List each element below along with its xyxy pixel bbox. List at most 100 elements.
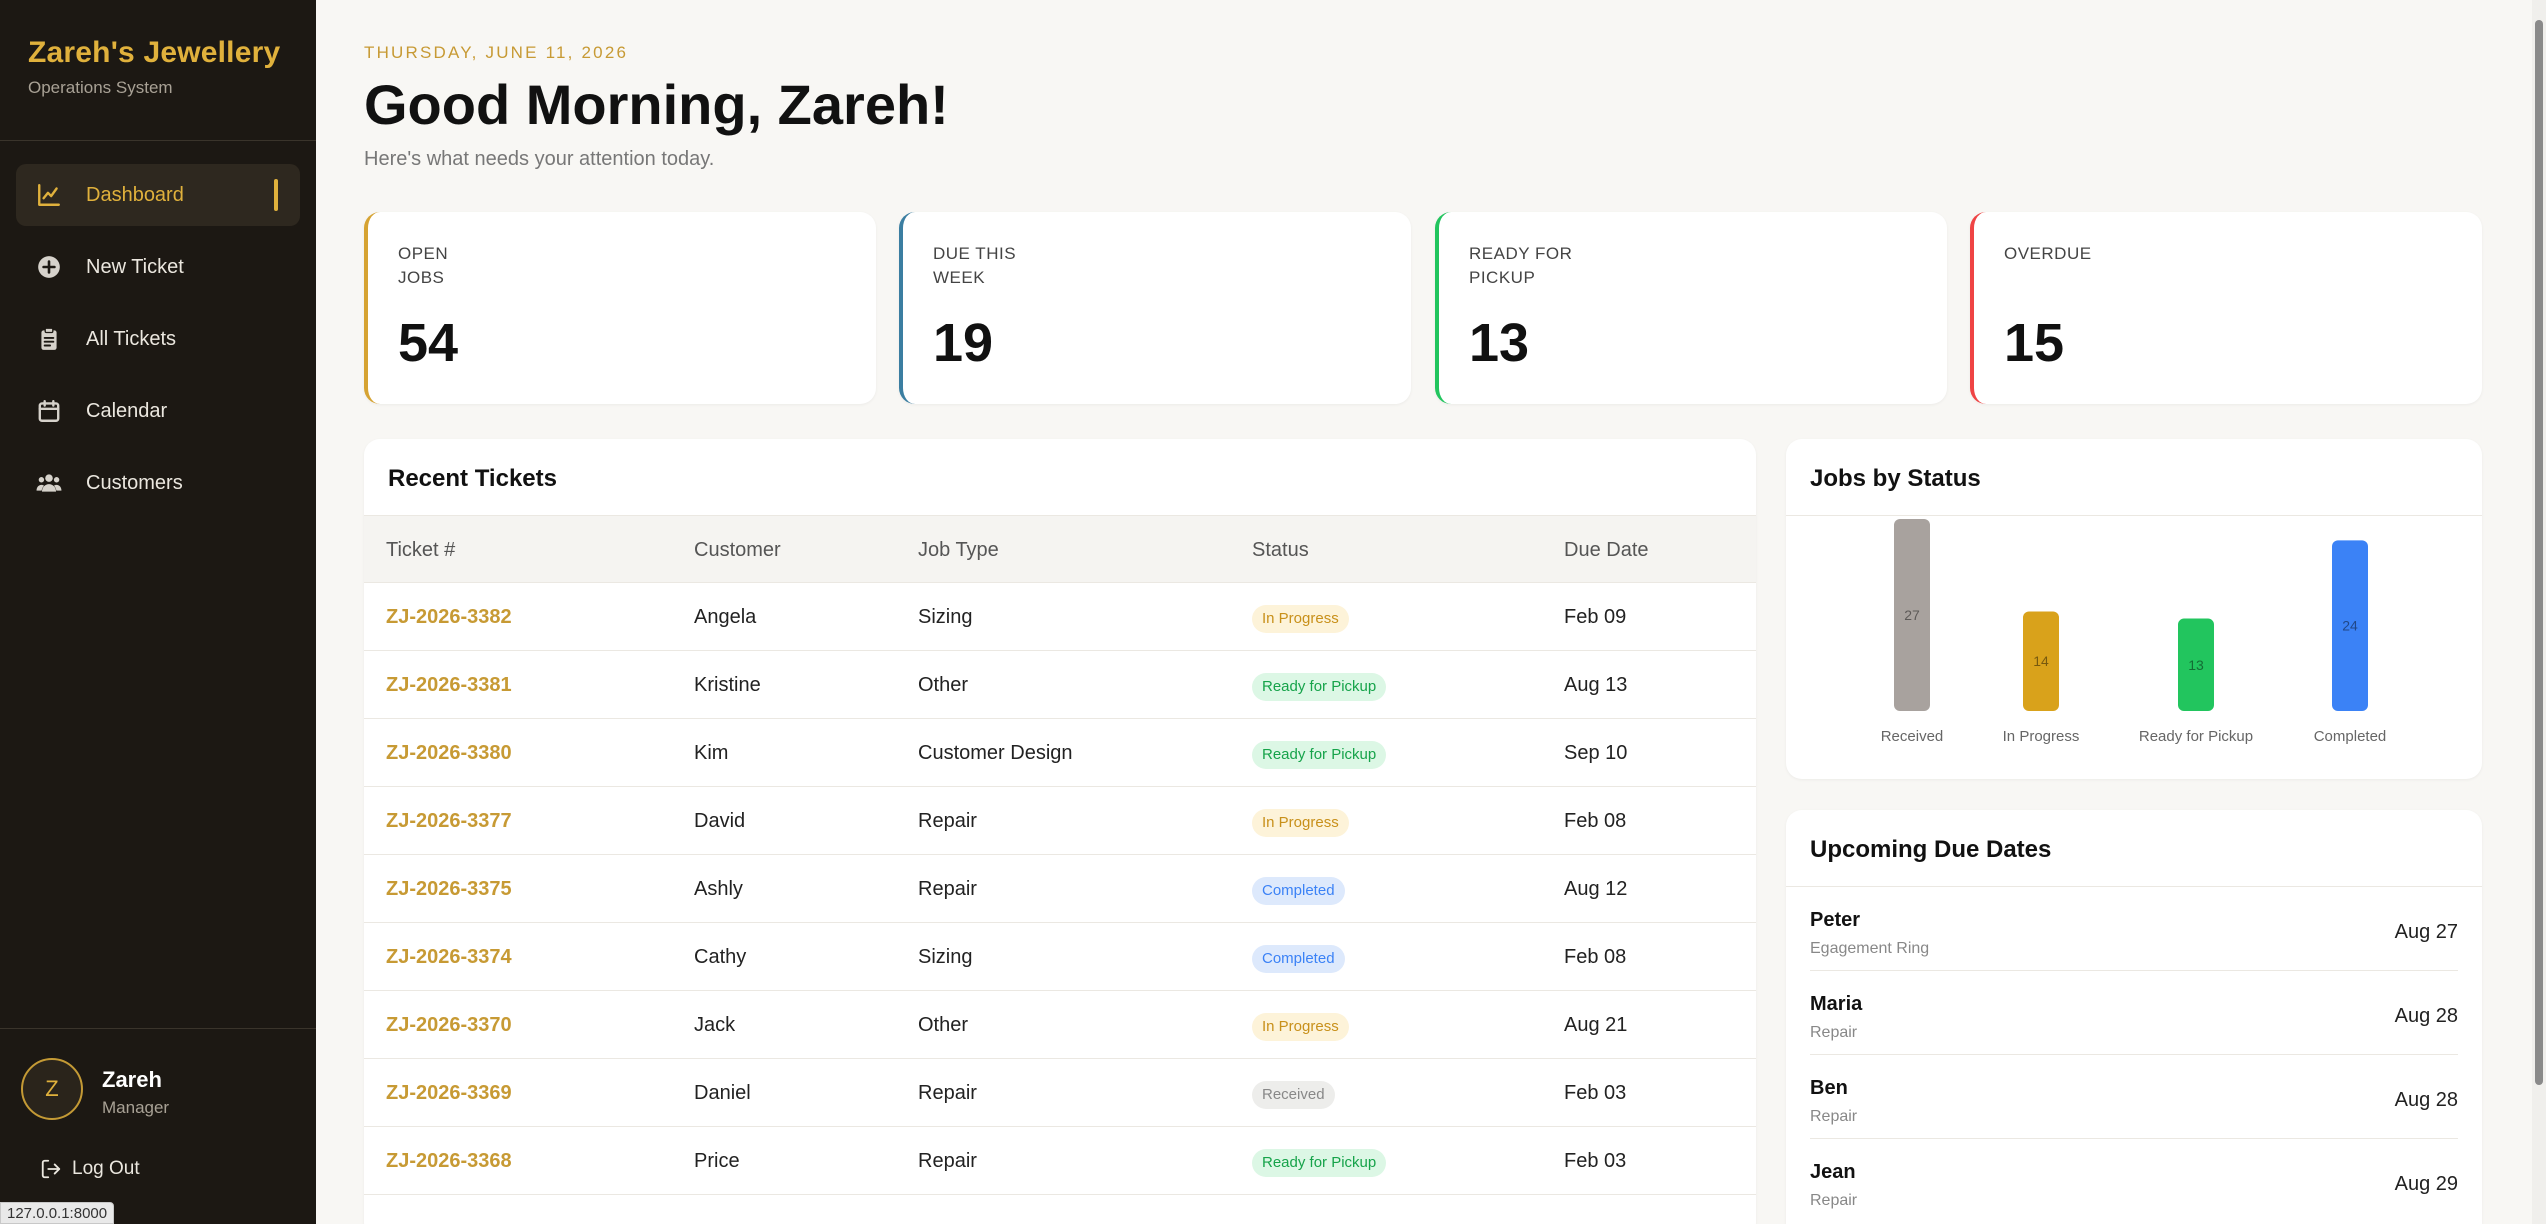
- brand-name: Zareh's Jewellery: [28, 36, 281, 69]
- ticket-number-link[interactable]: ZJ-2026-3377: [386, 787, 512, 855]
- sidebar-item-calendar[interactable]: Calendar: [16, 380, 300, 442]
- status-badge: In Progress: [1252, 1013, 1349, 1041]
- table-row[interactable]: [364, 1195, 1756, 1224]
- table-row[interactable]: ZJ-2026-3377 David Repair Feb 08 In Progress: [364, 787, 1756, 855]
- stat-card-due-this-week[interactable]: DUE THIS WEEK 19: [899, 212, 1411, 404]
- ticket-number-link[interactable]: ZJ-2026-3374: [386, 923, 512, 991]
- upcoming-item[interactable]: Jean Repair Aug 29: [1810, 1139, 2458, 1223]
- upcoming-customer-name: Maria: [1810, 993, 1863, 1015]
- current-date: THURSDAY, JUNE 11, 2026: [364, 43, 629, 62]
- column-header-status: Status: [1252, 539, 1309, 561]
- sidebar-item-dashboard[interactable]: Dashboard: [16, 164, 300, 226]
- table-header: Ticket # Customer Job Type Status Due Da…: [364, 515, 1756, 583]
- bar-value-label: 14: [2033, 653, 2049, 669]
- stat-card-overdue[interactable]: OVERDUE 15: [1970, 212, 2482, 404]
- upcoming-job-type: Repair: [1810, 1108, 1858, 1125]
- stat-label: OVERDUE: [2004, 244, 2092, 263]
- upcoming-title: Upcoming Due Dates: [1810, 836, 2052, 863]
- stat-label: READY FOR PICKUP: [1469, 244, 1573, 287]
- sidebar-nav: Dashboard New Ticket All Tickets Calenda…: [0, 141, 316, 514]
- table-row[interactable]: ZJ-2026-3381 Kristine Other Aug 13 Ready for…: [364, 651, 1756, 719]
- upcoming-job-type: Repair: [1810, 1192, 1858, 1209]
- customer-name: Ashly: [694, 878, 743, 900]
- ticket-number-link[interactable]: ZJ-2026-3380: [386, 719, 512, 787]
- upcoming-due-date: Aug 27: [2394, 921, 2458, 943]
- recent-tickets-title: Recent Tickets: [388, 465, 557, 492]
- column-header-due-date: Due Date: [1564, 539, 1649, 561]
- upcoming-due-date: Aug 29: [2394, 1173, 2458, 1195]
- ticket-number-link[interactable]: ZJ-2026-3368: [386, 1127, 512, 1195]
- sidebar-item-new-ticket[interactable]: New Ticket: [16, 236, 300, 298]
- table-row[interactable]: ZJ-2026-3382 Angela Sizing Feb 09 In Progres…: [364, 583, 1756, 651]
- due-date: Aug 12: [1564, 878, 1628, 900]
- upcoming-item[interactable]: Ben Repair Aug 28: [1810, 1055, 2458, 1139]
- page-scrollbar[interactable]: [2532, 0, 2546, 1224]
- job-type: Customer Design: [918, 742, 1073, 764]
- page-title: Good Morning, Zareh!: [364, 73, 949, 136]
- table-row[interactable]: ZJ-2026-3375 Ashly Repair Aug 12 Completed: [364, 855, 1756, 923]
- table-row[interactable]: ZJ-2026-3368 Price Repair Feb 03 Ready for P…: [364, 1127, 1756, 1195]
- ticket-number-link[interactable]: ZJ-2026-3375: [386, 855, 512, 923]
- table-row[interactable]: ZJ-2026-3380 Kim Customer Design Sep 10 Read…: [364, 719, 1756, 787]
- ticket-number-link[interactable]: ZJ-2026-3370: [386, 991, 512, 1059]
- logout-button[interactable]: Log Out: [40, 1158, 140, 1180]
- upcoming-due-dates-panel: Upcoming Due Dates Peter Egagement Ring Au…: [1786, 810, 2482, 1224]
- customer-name: Kristine: [694, 674, 761, 696]
- logout-label: Log Out: [72, 1158, 140, 1179]
- customer-name: Angela: [694, 606, 757, 628]
- ticket-number-link[interactable]: ZJ-2026-3381: [386, 651, 512, 719]
- status-badge: Ready for Pickup: [1252, 741, 1387, 769]
- due-date: Sep 10: [1564, 742, 1628, 764]
- sidebar-item-all-tickets[interactable]: All Tickets: [16, 308, 300, 370]
- job-type: Other: [918, 674, 969, 696]
- due-date: Feb 08: [1564, 946, 1627, 968]
- sidebar-item-label: Dashboard: [86, 183, 184, 206]
- job-type: Repair: [918, 1082, 977, 1104]
- category-label: Ready for Pickup: [2139, 728, 2253, 745]
- status-badge: Completed: [1252, 945, 1345, 973]
- status-badge: Ready for Pickup: [1252, 1149, 1387, 1177]
- stat-cards: OPEN JOBS 54 DUE THIS WEEK 19 READY FOR PIC…: [364, 212, 2482, 404]
- scrollbar-thumb[interactable]: [2535, 20, 2543, 1085]
- customer-name: Jack: [694, 1014, 736, 1036]
- stat-value: 54: [398, 313, 459, 373]
- category-label: Received: [1881, 728, 1944, 745]
- job-type: Repair: [918, 1150, 977, 1172]
- table-row[interactable]: ZJ-2026-3370 Jack Other Aug 21 In Progress: [364, 991, 1756, 1059]
- table-row[interactable]: ZJ-2026-3374 Cathy Sizing Feb 08 Completed: [364, 923, 1756, 991]
- column-header-customer: Customer: [694, 539, 781, 561]
- sidebar-item-customers[interactable]: Customers: [16, 452, 300, 514]
- user-name: Zareh: [102, 1067, 162, 1092]
- page-subtitle: Here's what needs your attention today.: [364, 148, 715, 170]
- customer-name: Daniel: [694, 1082, 751, 1104]
- stat-card-ready-for-pickup[interactable]: READY FOR PICKUP 13: [1435, 212, 1947, 404]
- brand: Zareh's Jewellery Operations System: [0, 0, 316, 141]
- customer-name: Cathy: [694, 946, 747, 968]
- due-date: Aug 21: [1564, 1014, 1628, 1036]
- column-header-ticket: Ticket #: [386, 539, 456, 561]
- bar-value-label: 27: [1904, 607, 1920, 623]
- upcoming-item[interactable]: Maria Repair Aug 28: [1810, 971, 2458, 1055]
- ticket-number-link[interactable]: ZJ-2026-3369: [386, 1059, 512, 1127]
- customer-name: David: [694, 810, 746, 832]
- stat-value: 15: [2004, 313, 2065, 373]
- status-badge: Received: [1252, 1081, 1335, 1109]
- due-date: Feb 08: [1564, 810, 1627, 832]
- stat-label: DUE THIS WEEK: [933, 244, 1017, 287]
- clipboard-icon: [36, 326, 62, 352]
- user-profile: Z Zareh Manager Log Out: [0, 1028, 316, 1224]
- active-indicator: [274, 179, 278, 211]
- stat-card-open-jobs[interactable]: OPEN JOBS 54: [364, 212, 876, 404]
- status-badge: Completed: [1252, 877, 1345, 905]
- due-date: Feb 03: [1564, 1082, 1627, 1104]
- upcoming-job-type: Repair: [1810, 1024, 1858, 1041]
- upcoming-customer-name: Jean: [1810, 1161, 1856, 1183]
- jobs-by-status-panel: Jobs by Status 27 Received 14 In Progress 13…: [1786, 439, 2482, 779]
- column-header-job-type: Job Type: [918, 539, 999, 561]
- upcoming-item[interactable]: Peter Egagement Ring Aug 27: [1810, 887, 2458, 971]
- ticket-number-link[interactable]: ZJ-2026-3382: [386, 583, 512, 651]
- stat-value: 19: [933, 313, 994, 373]
- table-row[interactable]: ZJ-2026-3369 Daniel Repair Feb 03 Received: [364, 1059, 1756, 1127]
- sidebar-item-label: Customers: [86, 471, 183, 494]
- sidebar-item-label: Calendar: [86, 399, 168, 422]
